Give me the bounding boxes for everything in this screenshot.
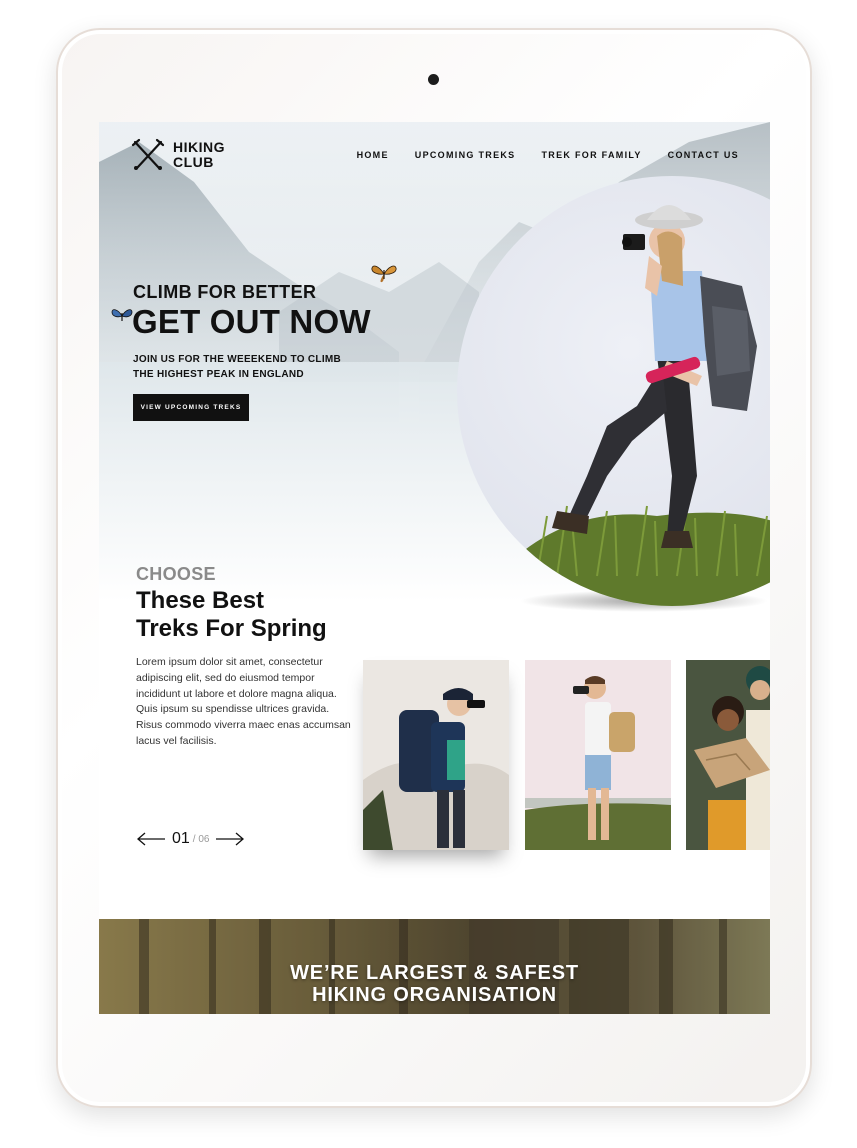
choose-title: These Best Treks For Spring [136,587,376,643]
butterfly-orange-icon [371,265,397,283]
logo-line-1: HIKING [173,139,225,155]
choose-title-line-1: These Best [136,587,265,614]
boy-with-binoculars-photo [525,660,671,850]
view-upcoming-treks-button[interactable]: VIEW UPCOMING TREKS [133,394,249,421]
nav-contact-us[interactable]: CONTACT US [668,150,739,160]
carousel-pager: 01 / 06 [136,830,245,848]
choose-body-text: Lorem ipsum dolor sit amet, consectetur … [136,656,351,747]
hero-kicker: CLIMB FOR BETTER [133,282,317,302]
arrow-right-icon[interactable] [215,832,245,846]
logo-line-2: CLUB [173,154,214,170]
nav-upcoming-treks[interactable]: UPCOMING TREKS [415,150,516,160]
hero-subtitle: JOIN US FOR THE WEEEKEND TO CLIMB THE HI… [133,354,342,380]
trek-card-2[interactable] [525,660,671,850]
arrow-left-icon[interactable] [136,832,166,846]
tablet-camera [428,74,439,85]
nav-home[interactable]: HOME [357,150,389,160]
nav-trek-for-family[interactable]: TREK FOR FAMILY [541,150,641,160]
trek-card-3[interactable] [686,660,770,850]
organisation-banner: WE’RE LARGEST & SAFEST HIKING ORGANISATI… [99,919,770,1014]
banner-heading: WE’RE LARGEST & SAFEST HIKING ORGANISATI… [99,962,770,1006]
hikers-reading-map-photo [686,660,770,850]
hiker-with-binoculars-photo [363,660,509,850]
main-nav: HOME UPCOMING TREKS TREK FOR FAMILY CONT… [357,150,739,160]
choose-kicker: CHOOSE [136,564,216,584]
pager-current: 01 [172,830,190,847]
choose-title-line-2: Treks For Spring [136,615,327,642]
crossed-hiking-poles-icon [131,138,165,170]
pager-total: / 06 [192,833,210,845]
banner-line-2: HIKING ORGANISATION [312,984,557,1006]
site-logo[interactable]: HIKING CLUB [131,138,243,172]
logo-text: HIKING CLUB [173,140,243,170]
hero-title: GET OUT NOW [132,303,371,340]
website-screen: HIKING CLUB HOME UPCOMING TREKS TREK FOR… [99,122,770,1014]
banner-line-1: WE’RE LARGEST & SAFEST [290,962,579,984]
butterfly-blue-icon [111,309,133,321]
trek-card-1[interactable] [363,660,509,850]
